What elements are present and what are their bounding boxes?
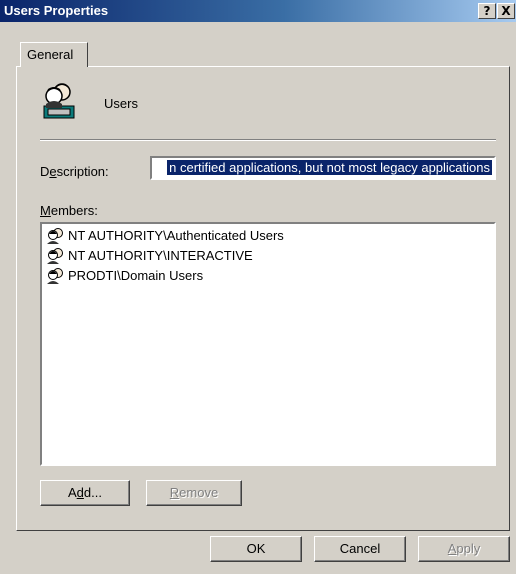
remove-button[interactable]: Remove [146, 480, 242, 506]
group-icon [47, 268, 63, 284]
tab-general[interactable]: General [20, 42, 88, 67]
apply-button[interactable]: Apply [418, 536, 510, 562]
title-bar[interactable]: Users Properties ? X [0, 0, 516, 22]
group-name: Users [104, 96, 138, 111]
separator [40, 139, 496, 141]
tab-general-label: General [27, 47, 74, 62]
description-input[interactable]: n certified applications, but not most l… [150, 156, 496, 180]
close-button[interactable]: X [497, 3, 515, 19]
group-icon [47, 248, 63, 264]
members-list[interactable]: NT AUTHORITY\Authenticated Users NT AUTH… [40, 222, 496, 466]
cancel-button[interactable]: Cancel [314, 536, 406, 562]
member-name: PRODTI\Domain Users [68, 268, 204, 283]
member-name: NT AUTHORITY\Authenticated Users [68, 228, 284, 243]
description-value: n certified applications, but not most l… [167, 160, 492, 175]
group-icon [47, 228, 63, 244]
member-name: NT AUTHORITY\INTERACTIVE [68, 248, 253, 263]
add-button[interactable]: Add... [40, 480, 130, 506]
help-button[interactable]: ? [478, 3, 496, 19]
window-title: Users Properties [4, 3, 109, 18]
members-label: Members: [40, 203, 98, 218]
ok-button[interactable]: OK [210, 536, 302, 562]
description-label: Description: [40, 164, 109, 179]
users-group-icon [43, 83, 75, 119]
